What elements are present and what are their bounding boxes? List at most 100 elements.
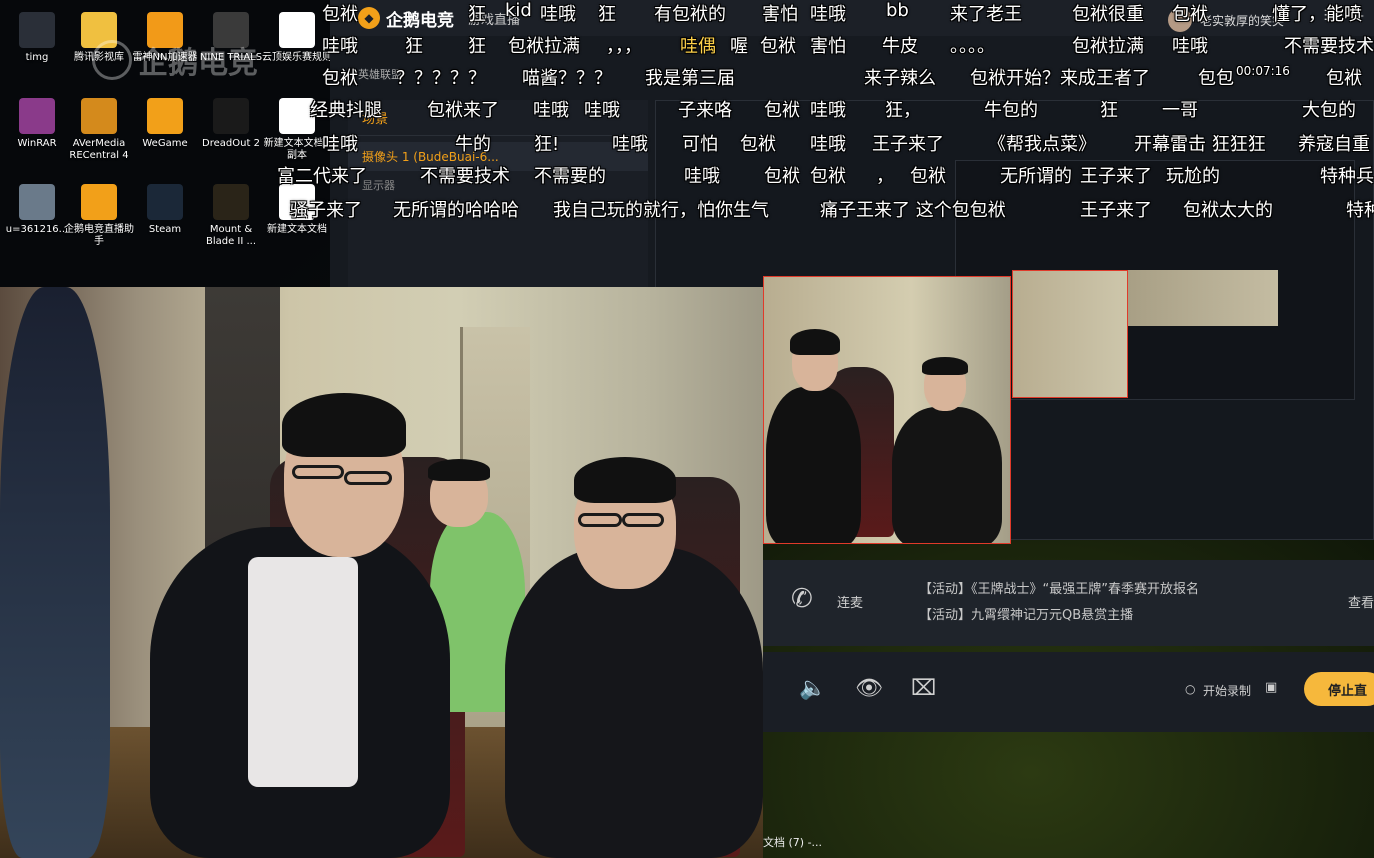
danmaku-comment: 哇哦 [1172, 36, 1208, 57]
stream-control-bar: 🔈 👁 ⌧ ○ 开始录制 ▣ 停止直 [763, 652, 1374, 732]
danmaku-comment: 哇哦 [810, 100, 846, 121]
hair [282, 393, 406, 457]
danmaku-comment: 哇哦 [540, 4, 576, 25]
desktop-icon[interactable]: Mount & Blade II ... [196, 184, 266, 248]
danmaku-comment: 包袱拉满 [1072, 36, 1144, 57]
desktop-icon[interactable]: WeGame [130, 98, 200, 150]
danmaku-comment: 包袱 [760, 36, 796, 57]
danmaku-comment: 有包袱的 [654, 4, 726, 25]
record-radio[interactable]: ○ [1185, 682, 1195, 696]
danmaku-comment: 玩尬的 [1166, 166, 1220, 187]
app-titlebar: ◆ 企鹅电竞 游戏直播 老实敦厚的笑笑 ☰ — [330, 0, 1374, 36]
desktop-icon-label: AVerMedia RECentral 4 [69, 138, 129, 161]
desktop-icon[interactable]: DreadOut 2 [196, 98, 266, 150]
danmaku-comment: 牛皮 [882, 36, 918, 57]
danmaku-comment: 喵酱？？？ [522, 68, 612, 89]
danmaku-comment: 喔 [730, 36, 748, 57]
news-item[interactable]: 【活动】《王牌战士》“最强王牌”春季赛开放报名 [919, 578, 1199, 597]
eye-icon[interactable]: 👁 [855, 676, 883, 701]
desktop-icon-label: Mount & Blade II ... [205, 224, 257, 247]
desktop-icon-label: u=361216... [5, 224, 69, 235]
danmaku-comment: 王子来了 [1080, 166, 1152, 187]
person-right [892, 407, 1002, 543]
danmaku-comment: 狂 [468, 36, 486, 57]
webcam-preview-selected[interactable] [763, 276, 1011, 544]
news-item[interactable]: 【活动】九霄缳神记万元QB悬赏主播 [919, 604, 1133, 623]
danmaku-comment: 经典抖腿 [310, 100, 382, 121]
taskbar-item[interactable]: 文档 (7) -... [763, 834, 822, 850]
hair [428, 459, 490, 481]
danmaku-comment: 哇哦 [684, 166, 720, 187]
danmaku-comment: 来子辣么 [864, 68, 936, 89]
desktop-icon[interactable]: 企鹅电竞直播助手 [64, 184, 134, 248]
folder-icon[interactable]: ▣ [1265, 680, 1277, 695]
app-logo[interactable]: ◆ 企鹅电竞 [358, 6, 454, 31]
danmaku-comment: 害怕 [810, 36, 846, 57]
penguin-icon: ◆ [358, 7, 380, 29]
app-logo-text: 企鹅电竞 [386, 10, 454, 31]
glasses [292, 465, 344, 479]
game-icon [213, 184, 249, 220]
danmaku-comment: ，，， [606, 36, 642, 57]
danmaku-comment: 特种 [1346, 200, 1374, 221]
danmaku-comment: 痛子王来了 这个包包袱 [820, 200, 1006, 221]
tshirt [248, 557, 358, 787]
danmaku-comment: 包袱 [810, 166, 846, 187]
danmaku-comment: 富二代来了 [277, 166, 367, 187]
danmaku-comment: 包袱来了 [427, 100, 499, 121]
danmaku-comment: 来了老王 [950, 4, 1022, 25]
hair [922, 357, 968, 375]
desktop-icon-label: DreadOut 2 [202, 138, 260, 149]
phone-icon[interactable]: ✆ [791, 584, 813, 614]
danmaku-comment: 狂， [885, 100, 921, 121]
person-right-black-shirt [505, 547, 763, 858]
camera-off-icon[interactable]: ⌧ [911, 676, 936, 701]
desktop-icon[interactable]: u=361216... [2, 184, 72, 236]
desktop-icon[interactable]: Steam [130, 184, 200, 236]
desktop-icon[interactable]: AVerMedia RECentral 4 [64, 98, 134, 162]
danmaku-comment: 开幕雷击 狂狂狂 [1134, 134, 1266, 155]
steam-icon [147, 184, 183, 220]
mic-link-label[interactable]: 连麦 [837, 592, 863, 611]
recorder-icon [81, 98, 117, 134]
danmaku-comment: 王子来了 [1080, 200, 1152, 221]
desktop-icon-label: 企鹅电竞直播助手 [64, 224, 134, 247]
danmaku-comment: 包袱很重 [1072, 4, 1144, 25]
danmaku-comment: 我自己玩的就行，怕你生气 [553, 200, 769, 221]
danmaku-comment: 牛包的 [984, 100, 1038, 121]
desktop-icon[interactable]: WinRAR [2, 98, 72, 150]
record-label[interactable]: 开始录制 [1203, 682, 1251, 699]
view-more-link[interactable]: 查看 [1348, 592, 1374, 611]
platform-watermark: 企鹅电竞 [92, 38, 258, 82]
danmaku-comment: 包袱 [764, 100, 800, 121]
danmaku-comment: 哇哦 [584, 100, 620, 121]
photo-icon [19, 184, 55, 220]
desktop-icon[interactable]: timg [2, 12, 72, 64]
danmaku-comment: 无所谓的 [1000, 166, 1072, 187]
danmaku-comment: 可怕 [682, 134, 718, 155]
glasses [344, 471, 392, 485]
danmaku-comment: 包袱 [322, 68, 358, 89]
photo-icon [19, 12, 55, 48]
danmaku-comment: 不需要技术 [420, 166, 510, 187]
volume-icon[interactable]: 🔈 [799, 676, 826, 701]
danmaku-comment: 一哥 [1162, 100, 1198, 121]
wegame-icon [147, 98, 183, 134]
passerby [0, 287, 110, 858]
glasses [622, 513, 664, 527]
danmaku-comment: 哇哦 [810, 4, 846, 25]
person-left [766, 387, 861, 543]
danmaku-comment: 《帮我点菜》 [988, 134, 1096, 155]
danmaku-comment: 哇哦 [612, 134, 648, 155]
danmaku-comment: 包袱 [1172, 4, 1208, 25]
danmaku-comment: 子来咯 [678, 100, 732, 121]
danmaku-comment: 包袱 [764, 166, 800, 187]
danmaku-comment: 牛的 [455, 134, 491, 155]
danmaku-comment: 害怕 [762, 4, 798, 25]
hair [790, 329, 840, 355]
stop-stream-button[interactable]: 停止直 [1304, 672, 1374, 706]
danmaku-comment: 包包 [1198, 68, 1234, 89]
danmaku-comment: 包袱 [910, 166, 946, 187]
desktop-icon-label: Steam [148, 224, 182, 235]
danmaku-comment: ？？？？？ [396, 68, 486, 89]
